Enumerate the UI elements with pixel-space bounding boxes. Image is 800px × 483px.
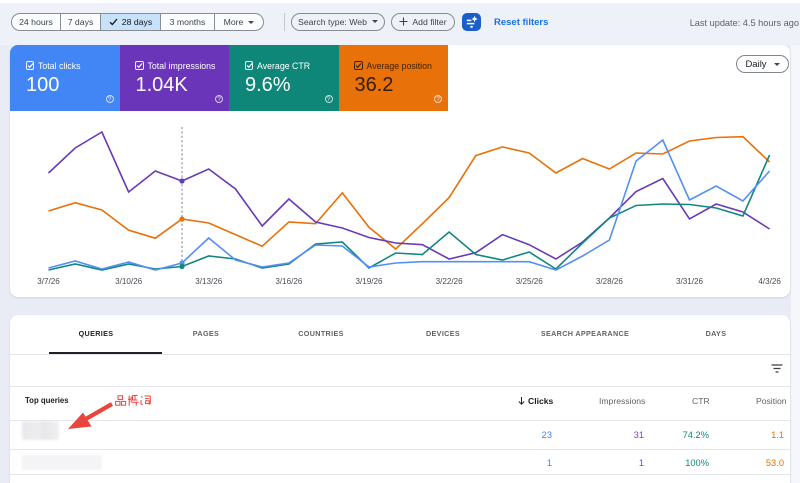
svg-text:3/28/26: 3/28/26 (596, 277, 624, 286)
svg-text:3/7/26: 3/7/26 (37, 277, 60, 286)
svg-text:3/16/26: 3/16/26 (275, 277, 303, 286)
svg-text:3/31/26: 3/31/26 (676, 277, 704, 286)
svg-text:3/25/26: 3/25/26 (516, 277, 544, 286)
svg-text:3/19/26: 3/19/26 (355, 277, 383, 286)
svg-text:3/22/26: 3/22/26 (436, 277, 464, 286)
svg-text:3/10/26: 3/10/26 (115, 277, 143, 286)
svg-text:3/13/26: 3/13/26 (195, 277, 223, 286)
svg-text:4/3/26: 4/3/26 (758, 277, 781, 286)
